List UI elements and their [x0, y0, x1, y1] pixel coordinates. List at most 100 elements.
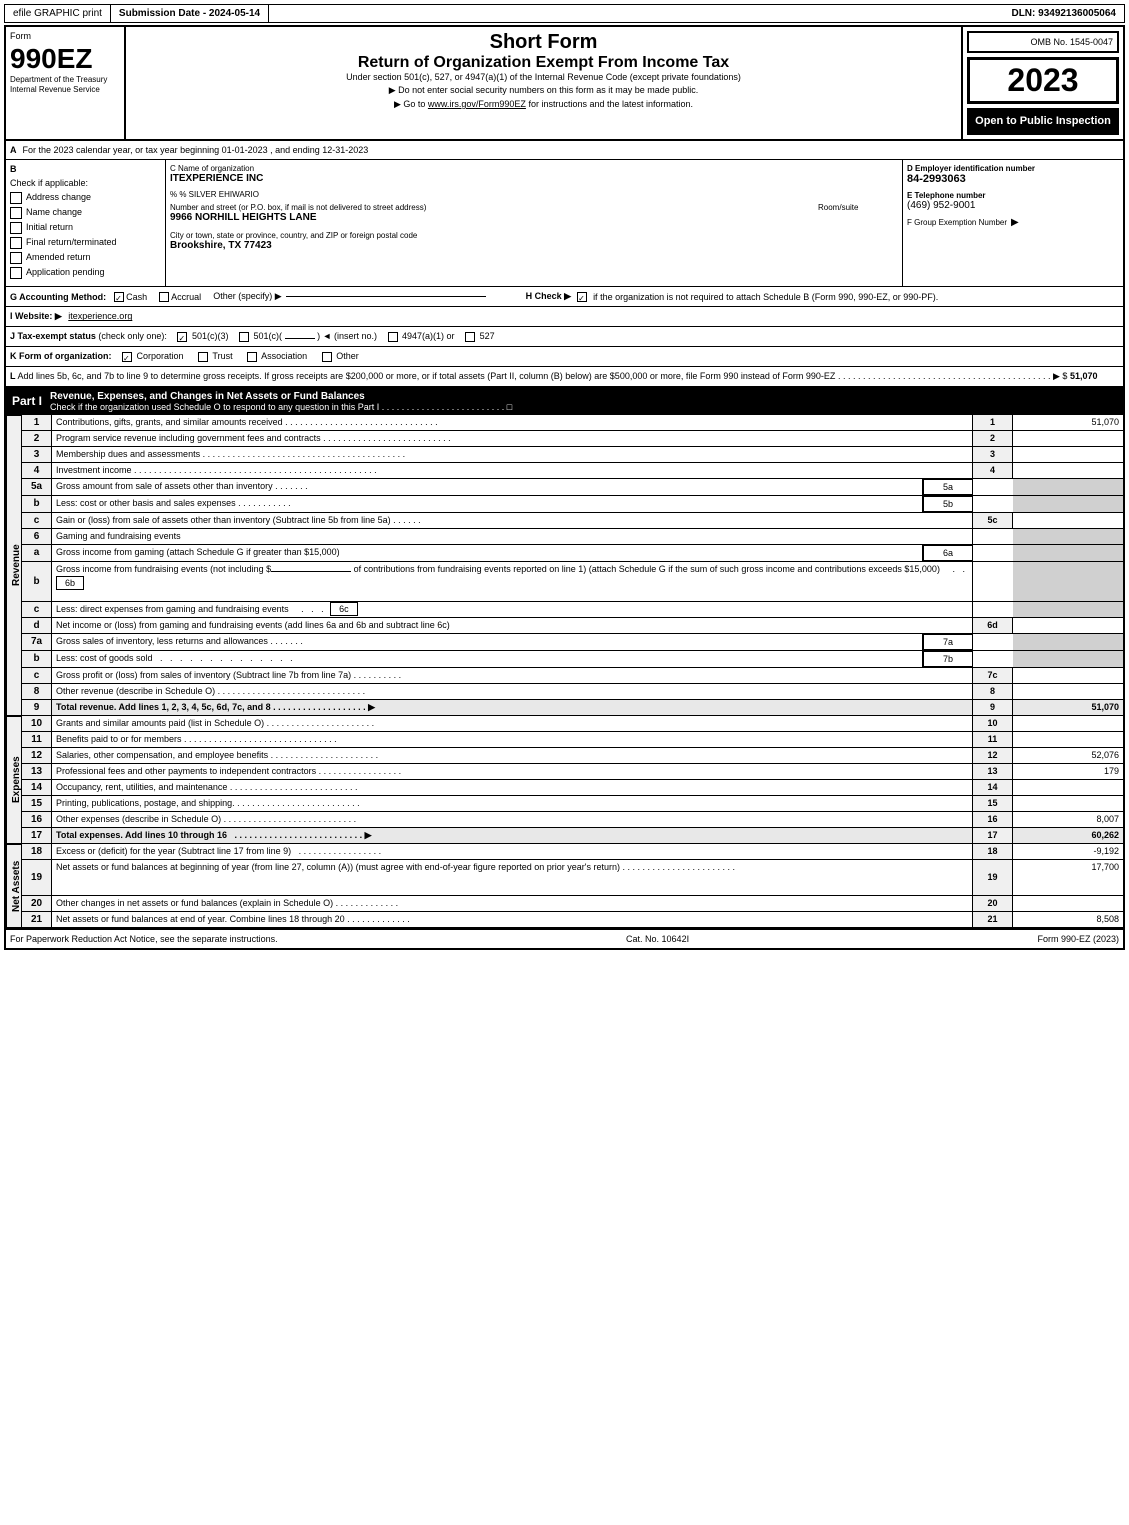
final-return-checkbox[interactable] — [10, 237, 22, 249]
line-7b-value — [1013, 651, 1123, 667]
line-16-num: 16 — [22, 812, 52, 827]
cash-checkbox[interactable] — [114, 292, 124, 302]
line-21-row: 21 Net assets or fund balances at end of… — [22, 912, 1123, 928]
h-checkbox[interactable] — [577, 292, 587, 302]
trust-checkbox[interactable] — [198, 352, 208, 362]
line-7b-refbox: 7b — [923, 651, 973, 667]
line-6b-ref — [973, 562, 1013, 601]
k-label: K Form of organization: — [10, 351, 112, 361]
line-11-row: 11 Benefits paid to or for members . . .… — [22, 732, 1123, 748]
line-3-value — [1013, 447, 1123, 462]
check-section: B Check if applicable: Address change Na… — [6, 160, 1123, 287]
line-10-ref: 10 — [973, 716, 1013, 731]
line-20-ref: 20 — [973, 896, 1013, 911]
accrual-checkbox[interactable] — [159, 292, 169, 302]
net-assets-content: 18 Excess or (deficit) for the year (Sub… — [22, 844, 1123, 928]
501c-checkbox[interactable] — [239, 332, 249, 342]
website-url[interactable]: itexperience.org — [68, 311, 132, 321]
501c3-checkbox[interactable] — [177, 332, 187, 342]
dept-text: Department of the Treasury Internal Reve… — [10, 75, 120, 96]
year-box: 2023 — [967, 57, 1119, 104]
line-7c-value — [1013, 668, 1123, 683]
part-i-header: Part I Revenue, Expenses, and Changes in… — [6, 388, 1123, 415]
omb-text: OMB No. 1545-0047 — [973, 37, 1113, 47]
revenue-side-label: Revenue — [6, 415, 22, 716]
other-label: Other (specify) ▶ — [213, 291, 281, 302]
line-18-desc: Excess or (deficit) for the year (Subtra… — [52, 844, 973, 859]
address-change-checkbox[interactable] — [10, 192, 22, 204]
check-item-address: Address change — [10, 192, 161, 204]
line-5b-refbox: 5b — [923, 496, 973, 512]
other-org-label: Other — [336, 351, 359, 361]
accrual-label: Accrual — [171, 292, 201, 302]
line-9-value: 51,070 — [1013, 700, 1123, 715]
4947-checkbox[interactable] — [388, 332, 398, 342]
line-18-ref: 18 — [973, 844, 1013, 859]
line-6b-row: b Gross income from fundraising events (… — [22, 562, 1123, 602]
line-1-num: 1 — [22, 415, 52, 430]
line-5a-refbox: 5a — [923, 479, 973, 495]
line-2-value — [1013, 431, 1123, 446]
line-5a-num: 5a — [22, 479, 52, 495]
part-i-label: Part I — [12, 394, 42, 408]
form-label: Form — [10, 31, 120, 41]
line-9-ref: 9 — [973, 700, 1013, 715]
accounting-row: G Accounting Method: Cash Accrual Other … — [6, 287, 1123, 307]
application-pending-checkbox[interactable] — [10, 267, 22, 279]
form-number-section: Form 990EZ Department of the Treasury In… — [6, 27, 126, 139]
line-8-ref: 8 — [973, 684, 1013, 699]
line-10-value — [1013, 716, 1123, 731]
amended-return-label: Amended return — [26, 252, 91, 262]
other-org-checkbox[interactable] — [322, 352, 332, 362]
line-6b-value — [1013, 562, 1123, 601]
line-6a-ref — [973, 545, 1013, 561]
h-text: if the organization is not required to a… — [593, 292, 938, 302]
line-5b-desc: Less: cost or other basis and sales expe… — [52, 496, 923, 512]
line-1-row: 1 Contributions, gifts, grants, and simi… — [22, 415, 1123, 431]
line-19-num: 19 — [22, 860, 52, 895]
527-checkbox[interactable] — [465, 332, 475, 342]
corporation-label: Corporation — [137, 351, 184, 361]
application-pending-label: Application pending — [26, 267, 105, 277]
line-2-num: 2 — [22, 431, 52, 446]
initial-return-checkbox[interactable] — [10, 222, 22, 234]
line-12-num: 12 — [22, 748, 52, 763]
name-change-checkbox[interactable] — [10, 207, 22, 219]
line-3-row: 3 Membership dues and assessments . . . … — [22, 447, 1123, 463]
check-item-name: Name change — [10, 207, 161, 219]
line-16-value: 8,007 — [1013, 812, 1123, 827]
expenses-section: Expenses 10 Grants and similar amounts p… — [6, 716, 1123, 844]
association-checkbox[interactable] — [247, 352, 257, 362]
revenue-content: 1 Contributions, gifts, grants, and simi… — [22, 415, 1123, 716]
line-1-desc: Contributions, gifts, grants, and simila… — [52, 415, 973, 430]
line-4-row: 4 Investment income . . . . . . . . . . … — [22, 463, 1123, 479]
city-label: City or town, state or province, country… — [170, 231, 898, 240]
line-11-num: 11 — [22, 732, 52, 747]
line-6a-num: a — [22, 545, 52, 561]
top-bar: efile GRAPHIC print Submission Date - 20… — [4, 4, 1125, 23]
line-6c-num: c — [22, 602, 52, 617]
line-l-value: 51,070 — [1070, 371, 1098, 381]
amended-return-checkbox[interactable] — [10, 252, 22, 264]
line-6d-ref: 6d — [973, 618, 1013, 633]
room-col: Room/suite — [818, 203, 898, 229]
footer: For Paperwork Reduction Act Notice, see … — [6, 928, 1123, 948]
line-7c-num: c — [22, 668, 52, 683]
line-13-num: 13 — [22, 764, 52, 779]
dln: DLN: 93492136005064 — [1003, 5, 1124, 22]
line-11-ref: 11 — [973, 732, 1013, 747]
line-15-desc: Printing, publications, postage, and shi… — [52, 796, 973, 811]
line-4-num: 4 — [22, 463, 52, 478]
line-6-desc: Gaming and fundraising events — [52, 529, 973, 544]
501c3-label: 501(c)(3) — [192, 331, 229, 341]
501c-label: 501(c)( — [254, 331, 283, 341]
line-15-num: 15 — [22, 796, 52, 811]
corporation-checkbox[interactable] — [122, 352, 132, 362]
line-6-num: 6 — [22, 529, 52, 544]
line-5a-row: 5a Gross amount from sale of assets othe… — [22, 479, 1123, 496]
line-17-row: 17 Total expenses. Add lines 10 through … — [22, 828, 1123, 844]
omb-box: OMB No. 1545-0047 — [967, 31, 1119, 53]
line-10-num: 10 — [22, 716, 52, 731]
submission-date: Submission Date - 2024-05-14 — [111, 5, 269, 22]
cash-label: Cash — [126, 292, 147, 302]
